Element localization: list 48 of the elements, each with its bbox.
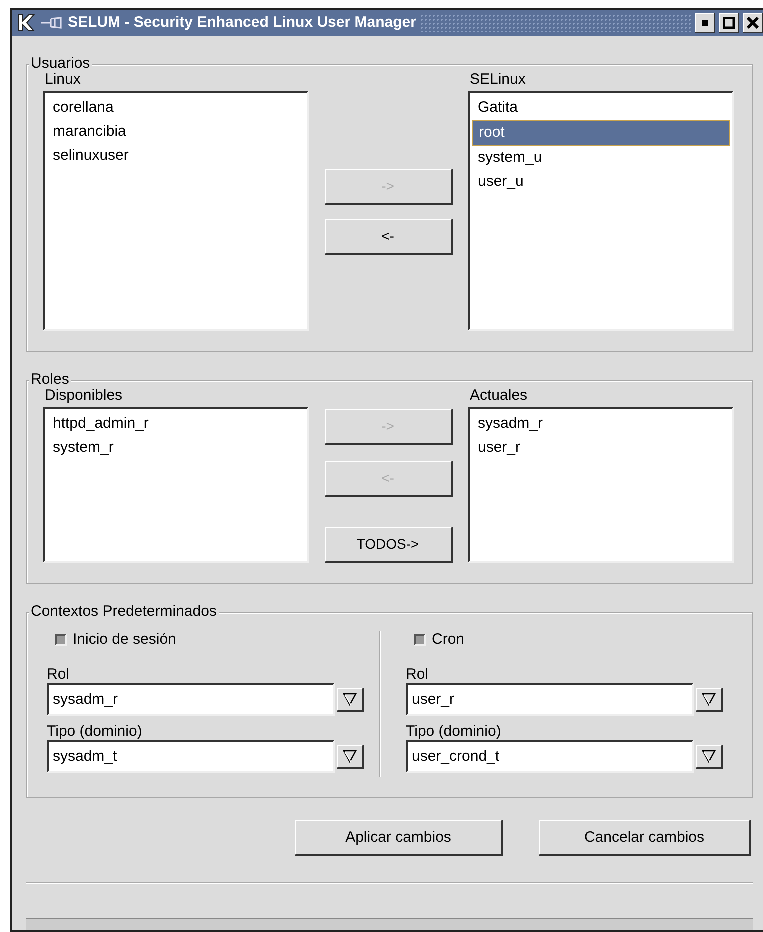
combo-field[interactable]: sysadm_t	[47, 740, 335, 773]
checkbox-label: Cron	[432, 631, 465, 649]
field-label: Rol	[406, 667, 430, 683]
list-item[interactable]: user_r	[472, 436, 730, 460]
close-icon	[747, 17, 759, 29]
list-item[interactable]: marancibia	[47, 120, 305, 144]
combo-field[interactable]: sysadm_r	[47, 683, 335, 716]
list-item[interactable]: sysadm_r	[472, 412, 730, 436]
app-logo-icon	[16, 13, 36, 33]
caret-icon	[702, 692, 716, 706]
pin-icon[interactable]	[40, 16, 64, 30]
action-button[interactable]: Cancelar cambios	[539, 820, 751, 856]
caret-icon	[343, 749, 357, 763]
checkbox[interactable]	[414, 634, 426, 646]
list-item[interactable]: selinuxuser	[47, 144, 305, 168]
list-item[interactable]: Gatita	[472, 96, 730, 120]
minimize-button[interactable]	[695, 13, 715, 33]
list-item[interactable]: corellana	[47, 96, 305, 120]
dropdown-button[interactable]	[696, 688, 723, 712]
caret-icon	[343, 692, 357, 706]
list-item[interactable]: system_u	[472, 146, 730, 170]
dropdown-button[interactable]	[696, 744, 723, 768]
list-item[interactable]: system_r	[47, 436, 305, 460]
maximize-button[interactable]	[719, 13, 739, 33]
dropdown-button[interactable]	[337, 744, 364, 768]
list-item[interactable]: httpd_admin_r	[47, 412, 305, 436]
field-label: Rol	[47, 667, 71, 683]
list-label: SELinux	[469, 71, 527, 89]
field-label: Tipo (dominio)	[406, 724, 502, 740]
checkbox[interactable]	[55, 634, 67, 646]
combo-field[interactable]: user_r	[406, 683, 694, 716]
caret-icon	[702, 749, 716, 763]
dropdown-button[interactable]	[337, 688, 364, 712]
combo-field[interactable]: user_crond_t	[406, 740, 694, 773]
minimize-icon	[701, 19, 709, 27]
window-title: SELUM - Security Enhanced Linux User Manager	[68, 14, 416, 32]
move-button[interactable]: <-	[324, 219, 452, 255]
list-label: Linux	[44, 71, 82, 89]
list-label: Actuales	[469, 387, 529, 405]
field-label: Tipo (dominio)	[47, 724, 144, 740]
maximize-icon	[723, 17, 735, 29]
list-label: Disponibles	[44, 387, 124, 405]
list-item[interactable]: root	[472, 120, 730, 146]
list-item[interactable]: user_u	[472, 170, 730, 194]
move-button[interactable]: TODOS->	[324, 527, 452, 563]
checkbox-label: Inicio de sesión	[73, 631, 176, 649]
close-button[interactable]	[743, 13, 763, 33]
action-button[interactable]: Aplicar cambios	[295, 820, 503, 856]
